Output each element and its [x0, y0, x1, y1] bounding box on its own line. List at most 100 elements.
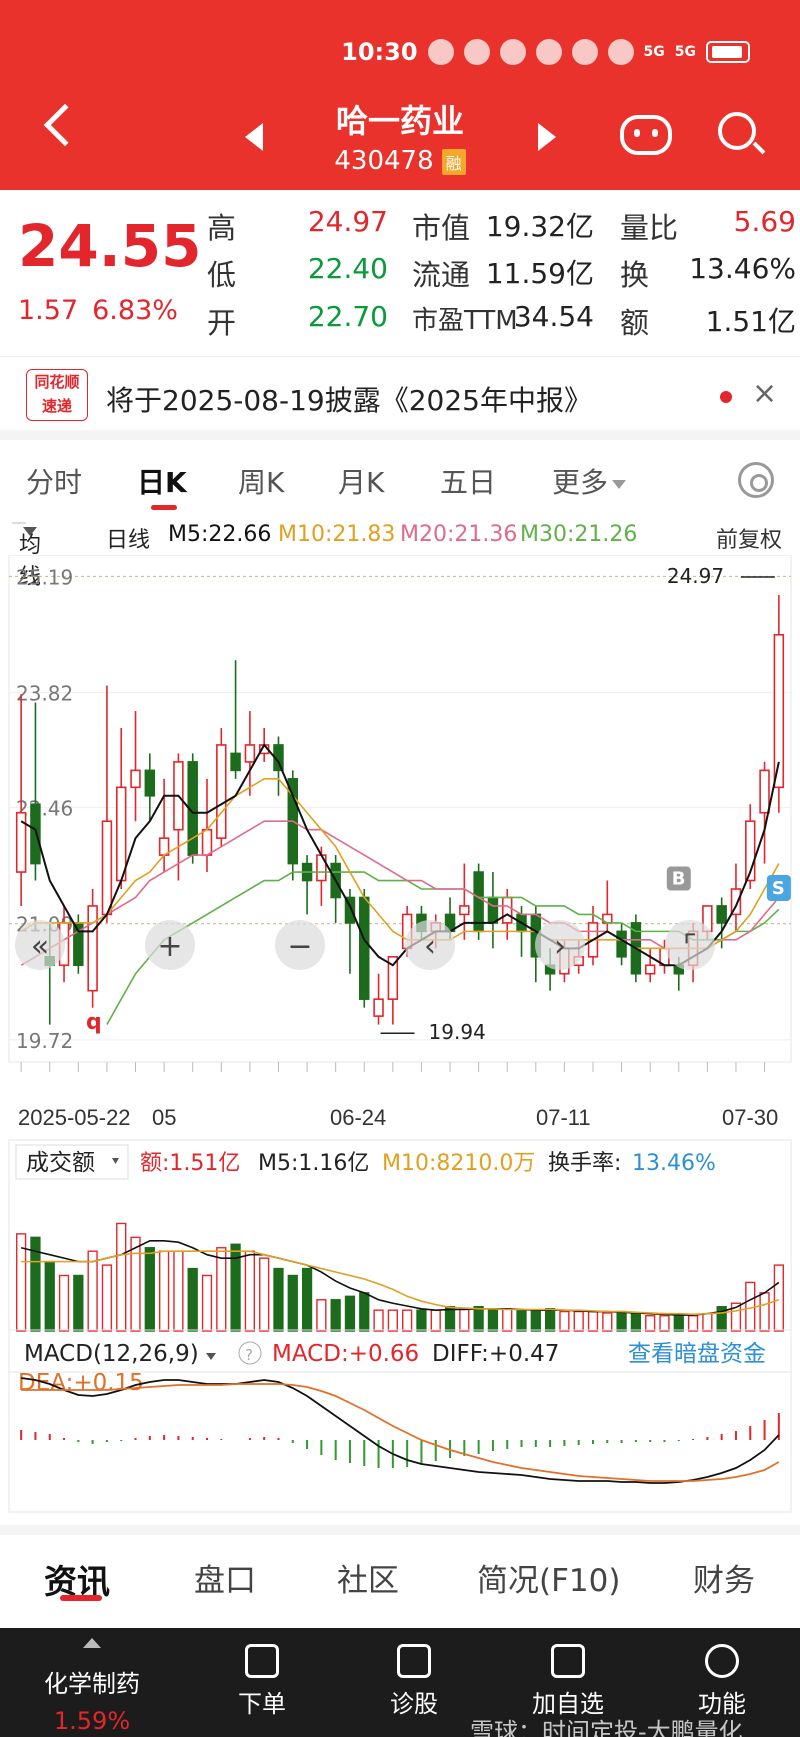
ma-select[interactable]: 均线 [12, 522, 41, 590]
volume-amount: 额:1.51亿 [140, 1151, 240, 1176]
volume-bar [273, 1267, 284, 1332]
add-watchlist-button[interactable]: 加自选 [526, 1644, 610, 1719]
info-tabs: 资讯 盘口 社区 简况(F10) 财务 [0, 1525, 800, 1605]
sell-marker-text: S [772, 878, 785, 899]
candle[interactable] [359, 889, 370, 1008]
volume-select-label: 成交额 [26, 1150, 95, 1176]
y-tick-label: 23.82 [16, 681, 73, 705]
tab-monthly-k[interactable]: 月K [338, 461, 384, 501]
fullscreen-icon-glyph: ⌜ [683, 929, 697, 964]
candle[interactable] [616, 922, 627, 966]
volume-bar [287, 1274, 298, 1332]
zoom-in-icon[interactable]: + [145, 920, 195, 970]
rewind-icon[interactable]: « [15, 920, 65, 970]
turnover-rate-value: 13.46% [632, 1151, 716, 1176]
candle[interactable] [301, 855, 313, 915]
zoom-out-icon-glyph: − [287, 929, 312, 964]
tab-more[interactable]: 更多 [552, 461, 627, 501]
volume-select[interactable]: 成交额 [15, 1144, 129, 1180]
float-label: 流通 [412, 258, 471, 292]
kline-chart[interactable]: 25.1923.8222.4621.0919.72 24.9719.94qBS«… [0, 555, 800, 1530]
change-percent: 6.83% [92, 295, 178, 326]
candle-body [716, 905, 727, 924]
functions-button[interactable]: 功能 [692, 1644, 752, 1719]
candle[interactable] [273, 736, 284, 796]
turnover-value: 13.46% [689, 252, 796, 285]
chevron-left-icon[interactable]: ‹ [405, 920, 455, 970]
zoom-out-icon[interactable]: − [275, 920, 325, 970]
candle[interactable] [244, 711, 256, 796]
volume-bar [673, 1313, 684, 1332]
buy-marker[interactable]: B [666, 866, 691, 891]
volume-bar [130, 1236, 141, 1332]
candle[interactable] [87, 889, 98, 1008]
chevron-right-icon[interactable]: › [535, 920, 585, 970]
robot-assistant-icon[interactable] [620, 115, 672, 155]
diagnose-button[interactable]: 诊股 [384, 1644, 444, 1719]
volume-bar [702, 1312, 713, 1332]
candle[interactable] [473, 863, 484, 940]
volume-bar [330, 1299, 341, 1332]
candle[interactable] [330, 855, 341, 923]
volume-ratio-label: 量比 [620, 211, 679, 245]
ma30-legend: M30:21.26 [520, 522, 638, 547]
volume-bar [559, 1310, 570, 1332]
order-button[interactable]: 下单 [232, 1644, 292, 1719]
change-value: 1.57 [18, 295, 79, 326]
notice-banner[interactable]: 同花顺 速递 将于2025-08-19披露《2025年中报》 [0, 356, 800, 440]
volume-bar [144, 1247, 155, 1332]
volume-bar [44, 1260, 55, 1332]
buy-marker-text: B [672, 869, 686, 890]
search-icon[interactable] [718, 112, 756, 150]
tab-more-label: 更多 [552, 466, 609, 499]
tab-community[interactable]: 社区 [337, 1555, 399, 1600]
volume-bar [544, 1308, 556, 1332]
volume-bar [359, 1292, 370, 1332]
next-stock-icon[interactable] [538, 123, 556, 151]
low-price-label: 19.94 [429, 1020, 486, 1044]
candle[interactable] [387, 955, 399, 1025]
candle-body [230, 752, 241, 772]
candle[interactable] [130, 711, 141, 822]
tab-daily-k[interactable]: 日K [137, 461, 187, 501]
candle[interactable] [101, 685, 113, 923]
candle[interactable] [373, 973, 384, 1025]
macd-select[interactable]: MACD(12,26,9) [24, 1341, 216, 1367]
sector-button[interactable]: 化学制药 1.59% [22, 1638, 162, 1735]
dark-pool-link[interactable]: 查看暗盘资金 [628, 1341, 766, 1367]
candle[interactable] [30, 702, 41, 881]
tab-intraday[interactable]: 分时 [26, 461, 82, 501]
volume-bar [73, 1274, 84, 1332]
volume-bar [402, 1309, 413, 1332]
volume-bar [459, 1308, 470, 1332]
candle-body [373, 998, 384, 1017]
candle[interactable] [216, 728, 227, 847]
candle[interactable] [230, 660, 241, 779]
candle[interactable] [745, 804, 756, 889]
candle[interactable] [487, 872, 499, 949]
fullscreen-icon[interactable]: ⌜ [665, 920, 715, 970]
close-icon[interactable]: × [752, 376, 777, 411]
ma10-legend: M10:21.83 [278, 522, 396, 547]
turnover-rate-label: 换手率: [548, 1151, 621, 1176]
chevron-right-icon-glyph: › [554, 929, 566, 964]
candle[interactable] [644, 948, 656, 983]
current-price: 24.55 [18, 212, 202, 280]
tab-five-day[interactable]: 五日 [440, 461, 496, 501]
volume-bar [487, 1309, 499, 1332]
adjust-mode[interactable]: 前复权 [716, 522, 782, 554]
candle[interactable] [115, 728, 127, 889]
sell-marker[interactable]: S [766, 875, 791, 901]
volume-bar [687, 1315, 699, 1332]
volume-bar [259, 1257, 270, 1332]
tab-f10[interactable]: 简况(F10) [477, 1555, 620, 1600]
gear-icon[interactable] [738, 462, 774, 498]
candle-body [130, 769, 141, 789]
tab-finance[interactable]: 财务 [693, 1555, 755, 1600]
tab-orderbook[interactable]: 盘口 [194, 1555, 256, 1600]
tab-weekly-k[interactable]: 周K [238, 461, 284, 501]
candle-body [115, 786, 127, 882]
candle[interactable] [144, 753, 156, 822]
volume-bar [173, 1250, 184, 1332]
candle[interactable] [459, 863, 470, 940]
